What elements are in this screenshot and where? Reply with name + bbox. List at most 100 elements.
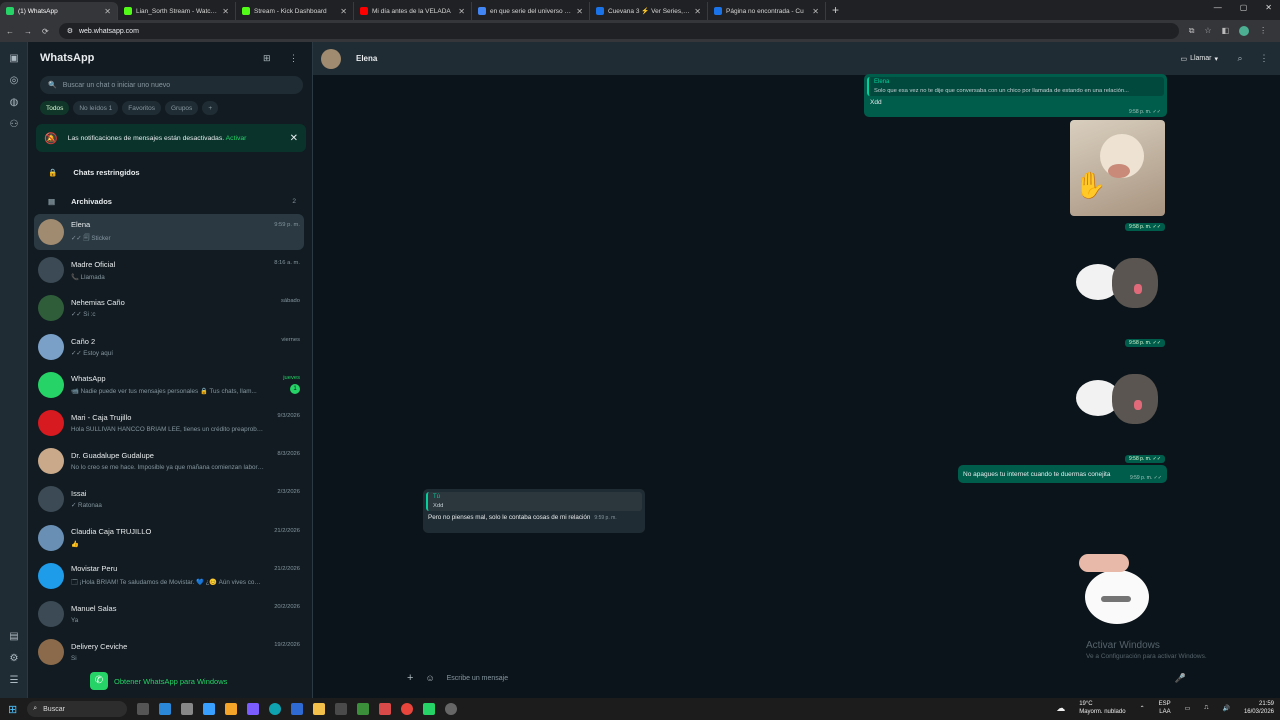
- settings-icon[interactable]: ⚙: [7, 652, 21, 666]
- sticker-dogs[interactable]: [1070, 250, 1165, 320]
- chevron-up-icon[interactable]: ⌃: [1140, 705, 1145, 712]
- sticker-cat[interactable]: ✋: [1070, 120, 1165, 216]
- filter-unread[interactable]: No leídos 1: [73, 101, 119, 115]
- new-tab-icon[interactable]: +: [832, 3, 839, 17]
- filter-groups[interactable]: Grupos: [164, 101, 199, 115]
- chat-list-item[interactable]: Caño 2 ✓✓ Estoy aquí viernes: [34, 329, 304, 365]
- app-icon[interactable]: [203, 703, 216, 715]
- media-icon[interactable]: ▤: [7, 630, 21, 644]
- edge-icon[interactable]: [269, 703, 282, 715]
- conversation-header[interactable]: Elena ▭ Llamar ▾ ⌕ ⋮: [313, 42, 1280, 75]
- close-tab-icon[interactable]: ✕: [104, 7, 111, 16]
- avatar[interactable]: [38, 562, 64, 589]
- message-input[interactable]: Escribe un mensaje: [447, 675, 508, 682]
- profile-avatar[interactable]: [1239, 26, 1250, 36]
- app-icon[interactable]: [379, 703, 392, 715]
- taskbar-search[interactable]: ⌕ Buscar: [27, 701, 128, 717]
- contact-avatar[interactable]: [321, 48, 341, 69]
- browser-tab[interactable]: Lian_Sorth Stream - Watch Live ✕: [118, 2, 236, 20]
- app-icon[interactable]: [357, 703, 370, 715]
- attach-plus-icon[interactable]: +: [407, 672, 413, 684]
- install-icon[interactable]: ⧉: [1189, 26, 1195, 36]
- windows-start-icon[interactable]: ⊞: [8, 703, 17, 716]
- channels-icon[interactable]: ◍: [7, 96, 21, 110]
- volume-icon[interactable]: 🔊: [1222, 705, 1229, 712]
- emoji-sticker-icon[interactable]: ☺: [425, 673, 434, 683]
- profile-icon[interactable]: ☰: [7, 674, 21, 688]
- search-icon[interactable]: ⌕: [1232, 53, 1248, 64]
- avatar[interactable]: [38, 333, 64, 360]
- forward-icon[interactable]: →: [24, 27, 32, 36]
- chat-list-item[interactable]: Madre Oficial 📞 Llamada 8:16 a. m.: [34, 252, 304, 288]
- address-bar[interactable]: ⚙ web.whatsapp.com: [58, 23, 1179, 39]
- chat-list-item[interactable]: Manuel Salas Ya 20/2/2026: [34, 596, 304, 632]
- close-tab-icon[interactable]: ✕: [340, 7, 347, 16]
- quoted-message[interactable]: Tú Xdd: [426, 492, 642, 511]
- maximize-icon[interactable]: ▢: [1240, 3, 1248, 12]
- filter-all[interactable]: Todos: [40, 101, 70, 115]
- add-filter-icon[interactable]: +: [202, 101, 219, 115]
- message-bubble-outgoing[interactable]: Elena Solo que esa vez no te dije que co…: [864, 74, 1167, 117]
- close-tab-icon[interactable]: ✕: [458, 7, 465, 16]
- browser-tab[interactable]: Stream - Kick Dashboard ✕: [236, 2, 354, 20]
- avatar[interactable]: [38, 219, 64, 245]
- close-tab-icon[interactable]: ✕: [576, 7, 583, 16]
- app-icon[interactable]: [335, 703, 348, 715]
- chat-list-item[interactable]: Claudia Caja TRUJILLO 👍 21/2/2026: [34, 520, 304, 556]
- more-options-icon[interactable]: ⋮: [1256, 53, 1272, 64]
- microphone-icon[interactable]: 🎤: [1175, 673, 1186, 684]
- avatar[interactable]: [38, 601, 64, 627]
- browser-tab[interactable]: en que serie del universo de b ✕: [472, 2, 590, 20]
- avatar[interactable]: [38, 486, 64, 513]
- back-icon[interactable]: ←: [6, 27, 14, 36]
- weather-icon[interactable]: ☁: [1056, 703, 1065, 714]
- app-icon[interactable]: [423, 703, 436, 715]
- search-input[interactable]: 🔍 Buscar un chat o iniciar uno nuevo: [40, 76, 303, 94]
- chat-list-item[interactable]: Movistar Peru 🗔 ¡Hola BRIAM! Te saludamo…: [34, 558, 304, 594]
- clock[interactable]: 21:59 16/03/2026: [1244, 700, 1274, 716]
- close-window-icon[interactable]: ✕: [1265, 3, 1272, 12]
- avatar[interactable]: [38, 639, 64, 666]
- restricted-chats-row[interactable]: 🔒 Chats restringidos: [36, 161, 306, 183]
- filter-favorites[interactable]: Favoritos: [122, 101, 161, 115]
- chat-list-item[interactable]: Issai ✓ Ratonaa 2/3/2026: [34, 481, 304, 517]
- browser-tab[interactable]: Mi día antes de la VELADA ✕: [354, 2, 472, 20]
- chat-list-item[interactable]: Nehemias Caño ✓✓ Si :c sábado: [34, 290, 304, 326]
- status-icon[interactable]: ◎: [7, 74, 21, 88]
- close-icon[interactable]: ✕: [290, 133, 298, 144]
- weather-widget[interactable]: 19°C Mayorm. nublado: [1079, 700, 1125, 716]
- avatar[interactable]: [38, 371, 64, 398]
- call-button[interactable]: ▭ Llamar ▾: [1174, 52, 1224, 66]
- avatar[interactable]: [38, 295, 64, 322]
- sticker-dogs[interactable]: [1070, 366, 1165, 436]
- app-icon[interactable]: [181, 703, 194, 715]
- browser-tab[interactable]: Cuevana 3 ⚡ Ver Series, Pelíc ✕: [590, 2, 708, 20]
- app-icon[interactable]: [159, 703, 172, 715]
- chat-list-item[interactable]: WhatsApp 📹 Nadie puede ver tus mensajes …: [34, 367, 304, 403]
- network-icon[interactable]: ⎍: [1204, 705, 1208, 712]
- language-indicator[interactable]: ESP LAA: [1159, 700, 1171, 716]
- avatar[interactable]: [38, 410, 64, 436]
- app-icon[interactable]: [247, 703, 260, 715]
- activate-link[interactable]: Activar: [226, 135, 247, 142]
- chat-list-item[interactable]: Mari - Caja Trujillo Hola SULLIVAN HANCC…: [34, 405, 304, 441]
- bookmark-star-icon[interactable]: ☆: [1204, 26, 1211, 36]
- chats-icon[interactable]: ▣: [7, 52, 21, 66]
- get-app-link[interactable]: ✆ Obtener WhatsApp para Windows: [90, 672, 227, 690]
- site-info-icon[interactable]: ⚙: [67, 27, 73, 35]
- extensions-icon[interactable]: ◧: [1222, 26, 1230, 36]
- display-icon[interactable]: ▭: [1185, 705, 1191, 712]
- communities-icon[interactable]: ⚇: [7, 118, 21, 132]
- browser-tab[interactable]: Página no encontrada - Cu ✕: [708, 2, 826, 20]
- chrome-icon[interactable]: [401, 703, 414, 715]
- close-tab-icon[interactable]: ✕: [222, 7, 229, 16]
- close-tab-icon[interactable]: ✕: [812, 7, 819, 16]
- quoted-message[interactable]: Elena Solo que esa vez no te dije que co…: [867, 77, 1164, 96]
- minimize-icon[interactable]: —: [1214, 3, 1222, 12]
- app-icon[interactable]: [291, 703, 304, 715]
- archived-row[interactable]: ▤ Archivados 2: [36, 190, 306, 212]
- folder-icon[interactable]: [313, 703, 326, 715]
- browser-tab[interactable]: (1) WhatsApp ✕: [0, 2, 118, 20]
- menu-icon[interactable]: ⋮: [1259, 26, 1267, 36]
- reload-icon[interactable]: ⟳: [42, 27, 49, 36]
